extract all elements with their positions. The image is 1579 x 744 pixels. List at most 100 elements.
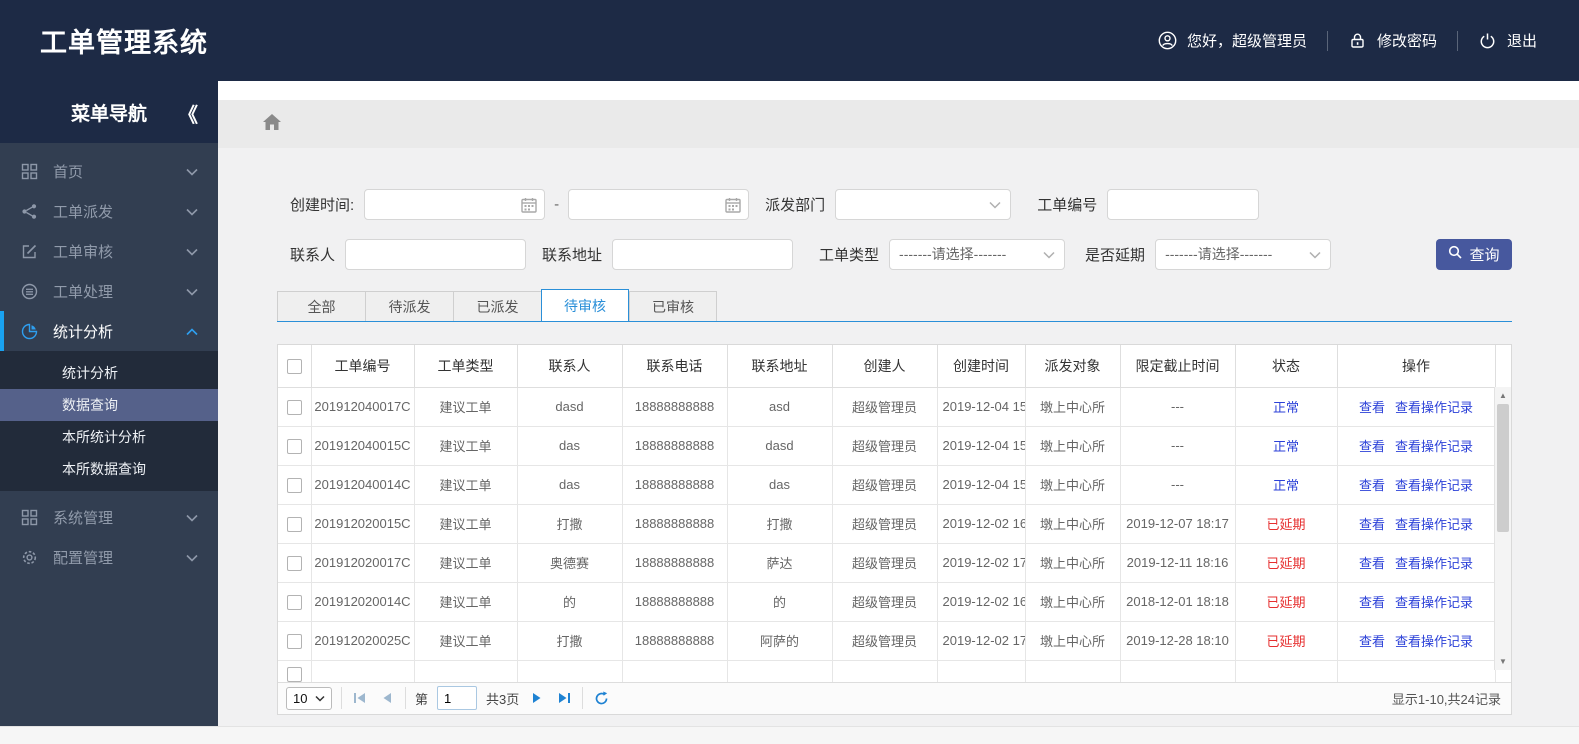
row-checkbox[interactable] <box>286 666 302 682</box>
scroll-down-icon[interactable]: ▼ <box>1495 654 1511 670</box>
view-link[interactable]: 查看 <box>1359 634 1385 649</box>
cell-dispatch: 墩上中心所 <box>1024 426 1121 466</box>
order-no-input[interactable] <box>1108 189 1259 219</box>
chevron-up-icon <box>186 323 198 340</box>
sidebar-item-label: 工单派发 <box>53 203 114 221</box>
view-log-link[interactable]: 查看操作记录 <box>1395 517 1473 532</box>
view-log-link[interactable]: 查看操作记录 <box>1395 634 1473 649</box>
cell-type: 建议工单 <box>413 582 518 622</box>
pie-chart-icon <box>20 322 39 341</box>
user-icon <box>1158 31 1177 50</box>
sidebar-menu: 首页 工单派发 工单审核 工单处理 统计分析 统计分析 数据查询 本所统计分析 … <box>0 151 218 577</box>
filter-form: 创建时间: - 派发部门 工单编号 联系人 联系地址 工单类型 -------请… <box>277 188 1579 270</box>
submenu-item-statistics[interactable]: 统计分析 <box>0 357 218 389</box>
sidebar-item-system[interactable]: 系统管理 <box>0 497 218 537</box>
prev-page-button[interactable] <box>378 689 396 707</box>
row-checkbox[interactable] <box>286 516 302 532</box>
col-phone: 联系电话 <box>621 345 728 388</box>
view-link[interactable]: 查看 <box>1359 478 1385 493</box>
calendar-icon[interactable] <box>521 197 537 217</box>
row-checkbox[interactable] <box>286 555 302 571</box>
logout-button[interactable]: 退出 <box>1478 30 1537 51</box>
cell-created: 2019-12-02 16 <box>936 504 1026 544</box>
last-page-button[interactable] <box>555 689 573 707</box>
page-number-input[interactable] <box>437 686 478 710</box>
address-input[interactable] <box>613 239 793 269</box>
submenu-item-local-statistics[interactable]: 本所统计分析 <box>0 421 218 453</box>
tab-reviewed[interactable]: 已审核 <box>629 291 717 322</box>
view-log-link[interactable]: 查看操作记录 <box>1395 595 1473 610</box>
status-badge: 已延期 <box>1266 556 1306 571</box>
chevron-down-icon <box>186 163 198 180</box>
sidebar-item-process[interactable]: 工单处理 <box>0 271 218 311</box>
refresh-icon[interactable] <box>592 689 610 707</box>
user-greeting[interactable]: 您好，超级管理员 <box>1158 30 1307 51</box>
view-link[interactable]: 查看 <box>1359 517 1385 532</box>
status-badge: 正常 <box>1272 439 1299 454</box>
create-time-end-input[interactable] <box>569 189 749 219</box>
search-button[interactable]: 查询 <box>1436 238 1512 270</box>
cell-created: 2019-12-02 17 <box>936 621 1026 661</box>
row-checkbox[interactable] <box>286 477 302 493</box>
main-area: 创建时间: - 派发部门 工单编号 联系人 联系地址 工单类型 -------请… <box>218 81 1579 726</box>
tab-to-review[interactable]: 待审核 <box>541 289 629 322</box>
next-page-button[interactable] <box>528 689 546 707</box>
table-row: 201912020017C 建议工单 奥德赛 18888888888 萨达 超级… <box>278 543 1496 583</box>
calendar-icon[interactable] <box>725 197 741 217</box>
row-checkbox[interactable] <box>286 594 302 610</box>
sidebar-item-review[interactable]: 工单审核 <box>0 231 218 271</box>
submenu-label: 本所数据查询 <box>62 461 146 477</box>
select-all-checkbox[interactable] <box>286 359 302 375</box>
pager-divider <box>341 687 342 709</box>
chevron-down-icon <box>315 695 325 702</box>
scroll-up-icon[interactable]: ▲ <box>1495 387 1511 403</box>
cell-order-no: 201912020015C <box>310 504 415 544</box>
view-log-link[interactable]: 查看操作记录 <box>1395 478 1473 493</box>
cell-order-no: 201912040017C <box>310 387 415 427</box>
tab-label: 待审核 <box>564 297 606 314</box>
view-link[interactable]: 查看 <box>1359 556 1385 571</box>
order-no-label: 工单编号 <box>1037 196 1098 214</box>
contact-input[interactable] <box>346 239 526 269</box>
order-no-field <box>1107 188 1260 220</box>
change-password-button[interactable]: 修改密码 <box>1348 30 1437 51</box>
create-time-start-input[interactable] <box>365 189 545 219</box>
cell-creator: 超级管理员 <box>831 465 938 505</box>
cell-phone: 18888888888 <box>621 621 728 661</box>
sidebar-item-dispatch[interactable]: 工单派发 <box>0 191 218 231</box>
cell-phone: 18888888888 <box>621 543 728 583</box>
row-checkbox[interactable] <box>286 438 302 454</box>
tab-dispatched[interactable]: 已派发 <box>453 291 541 322</box>
view-link[interactable]: 查看 <box>1359 595 1385 610</box>
cell-type: 建议工单 <box>413 465 518 505</box>
sidebar-item-statistics[interactable]: 统计分析 <box>0 311 218 351</box>
view-link[interactable]: 查看 <box>1359 439 1385 454</box>
sidebar-collapse-icon[interactable]: 《 <box>178 99 198 128</box>
view-log-link[interactable]: 查看操作记录 <box>1395 556 1473 571</box>
submenu-item-data-query[interactable]: 数据查询 <box>0 389 218 421</box>
row-checkbox[interactable] <box>286 633 302 649</box>
table-scrollbar[interactable]: ▲ ▼ <box>1494 387 1511 670</box>
dispatch-dept-select[interactable] <box>835 188 1012 220</box>
scrollbar-thumb[interactable] <box>1497 404 1509 532</box>
row-checkbox[interactable] <box>286 399 302 415</box>
view-link[interactable]: 查看 <box>1359 400 1385 415</box>
page-size-select[interactable]: 10 <box>286 686 332 710</box>
sidebar-item-home[interactable]: 首页 <box>0 151 218 191</box>
view-log-link[interactable]: 查看操作记录 <box>1395 400 1473 415</box>
search-button-label: 查询 <box>1469 246 1500 264</box>
sidebar-item-config[interactable]: 配置管理 <box>0 537 218 577</box>
cell-order-no: 201912020017C <box>310 543 415 583</box>
submenu-item-local-data-query[interactable]: 本所数据查询 <box>0 453 218 485</box>
cell-type: 建议工单 <box>413 543 518 583</box>
delay-select[interactable]: -------请选择------- <box>1155 238 1332 270</box>
change-password-label: 修改密码 <box>1376 33 1437 50</box>
tab-all[interactable]: 全部 <box>277 291 365 322</box>
order-type-select[interactable]: -------请选择------- <box>889 238 1066 270</box>
tab-to-dispatch[interactable]: 待派发 <box>365 291 453 322</box>
cell-address: asd <box>726 387 833 427</box>
first-page-button[interactable] <box>351 689 369 707</box>
cell-deadline: 2019-12-07 18:17 <box>1119 504 1236 544</box>
home-icon[interactable] <box>262 113 282 136</box>
view-log-link[interactable]: 查看操作记录 <box>1395 439 1473 454</box>
